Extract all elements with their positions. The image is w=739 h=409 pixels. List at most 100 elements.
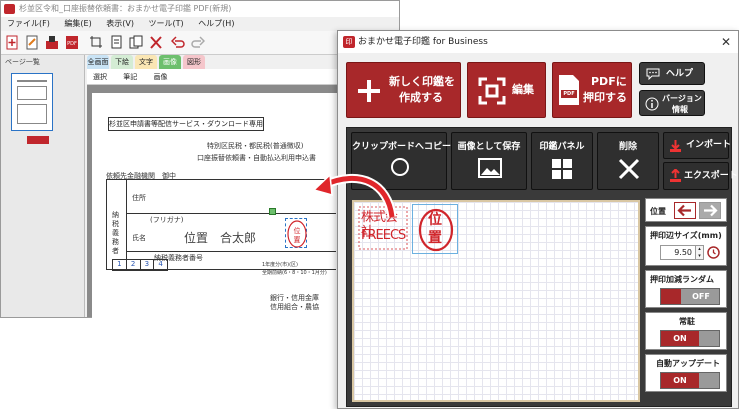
grid-icon: [552, 159, 572, 179]
new-stamp-label-1: 新しく印鑑を: [389, 75, 455, 88]
crop-icon[interactable]: [89, 35, 103, 50]
redo-icon[interactable]: [191, 35, 205, 50]
placed-stamp-selection[interactable]: 位置: [285, 218, 307, 248]
tab-fullscreen[interactable]: 全画面: [87, 55, 109, 69]
tab-image[interactable]: 画像: [159, 55, 181, 69]
position-control: 位置: [645, 198, 727, 222]
copy-icon[interactable]: [129, 35, 143, 50]
position-left-button[interactable]: [674, 202, 696, 219]
version-label-1: バージョン: [662, 94, 702, 103]
pdf-stamp-label-2: 押印する: [583, 91, 627, 104]
position-right-button[interactable]: [699, 202, 721, 219]
close-x-icon[interactable]: [149, 35, 163, 50]
menu-tools[interactable]: ツール(T): [149, 19, 184, 28]
app-logo-icon: [4, 4, 15, 14]
stamp-size-label: 押印辺サイズ(mm): [650, 231, 722, 240]
random-toggle-knob: [661, 289, 681, 304]
random-label: 押印加減ランダム: [650, 275, 714, 284]
doc-name-label: 氏名: [132, 234, 146, 242]
info-icon: [645, 97, 659, 111]
export-label: エクスポート: [684, 171, 738, 181]
version-info-button[interactable]: バージョン 情報: [639, 90, 705, 116]
subbar-select[interactable]: 選択: [93, 73, 107, 81]
close-icon[interactable]: ✕: [718, 34, 734, 50]
doc-box: 2: [127, 260, 141, 270]
import-button[interactable]: インポート: [663, 132, 732, 159]
delete-x-icon: [618, 158, 640, 180]
new-stamp-button[interactable]: 新しく印鑑を 作成する: [346, 62, 461, 118]
save-image-label: 画像として保存: [457, 142, 521, 152]
menu-help[interactable]: ヘルプ(H): [198, 19, 234, 28]
auto-update-label: 自動アップデート: [656, 359, 720, 368]
always-on-top-toggle[interactable]: ON: [660, 330, 720, 347]
edit-button[interactable]: 編集: [467, 62, 546, 118]
stamp-panel-area[interactable]: 株式会社 FREECS 位 置: [352, 200, 640, 402]
doc-bank-label2: 信用組合・農協: [270, 303, 319, 311]
doc-side-label: 納税義務者: [112, 211, 119, 255]
tab-text[interactable]: 文字: [135, 55, 157, 69]
import-label: インポート: [686, 140, 732, 150]
tab-shape[interactable]: 図形: [183, 55, 205, 69]
menu-edit[interactable]: 編集(E): [64, 19, 91, 28]
stamp-size-input[interactable]: 9.50: [660, 245, 696, 260]
export-button[interactable]: エクスポート: [663, 162, 738, 190]
doc-furigana-label: (フリガナ): [150, 216, 184, 224]
help-button[interactable]: ヘルプ: [639, 62, 705, 85]
random-toggle[interactable]: OFF: [660, 288, 720, 305]
round-stamp[interactable]: 位 置: [412, 204, 458, 254]
doc-line2: 口座振替依頼書・自動払込利用申込書: [197, 154, 316, 162]
pdf-icon-text: PDF: [563, 91, 575, 97]
page-list-title: ページ一覧: [5, 58, 40, 66]
svg-text:置: 置: [294, 236, 301, 244]
pdf-stamp-button[interactable]: PDF PDFに 押印する: [552, 62, 632, 118]
always-on-top-control: 常駐 ON: [645, 312, 727, 350]
menu-file[interactable]: ファイル(F): [7, 19, 50, 28]
main-panel: クリップボードへコピー 画像として保存 印鑑パネル 削除 インポート エクスポー…: [346, 127, 738, 407]
arrow-right-icon: [704, 204, 718, 217]
doc-address-label: 住所: [132, 194, 146, 202]
reset-icon[interactable]: [707, 246, 720, 259]
help-label: ヘルプ: [666, 69, 694, 79]
menu-view[interactable]: 表示(V): [106, 19, 134, 28]
delete-button[interactable]: 削除: [597, 132, 659, 190]
random-control: 押印加減ランダム OFF: [645, 270, 727, 308]
tab-draft[interactable]: 下絵: [111, 55, 133, 69]
auto-update-control: 自動アップデート ON: [645, 354, 727, 392]
delete-label: 削除: [618, 142, 637, 152]
page-icon[interactable]: [109, 35, 123, 50]
new-stamp-label-2: 作成する: [399, 91, 443, 104]
stamp-size-control: 押印辺サイズ(mm) 9.50 ▴ ▾: [645, 226, 727, 266]
placed-stamp-icon: 位置: [287, 220, 307, 248]
doc-small-right2: 全期前納(6・8・10・1月分): [262, 270, 327, 276]
chat-bubble-icon: [646, 68, 660, 80]
subbar-image[interactable]: 画像: [153, 73, 167, 81]
stamp-panel-button[interactable]: 印鑑パネル: [531, 132, 593, 190]
edit-label: 編集: [512, 83, 534, 96]
subbar-write[interactable]: 筆記: [123, 73, 137, 81]
save-image-button[interactable]: 画像として保存: [451, 132, 527, 190]
plus-icon: [358, 80, 380, 102]
app-title-icon: 印: [343, 36, 355, 48]
doc-box: 4: [158, 260, 163, 268]
open-file-icon[interactable]: [25, 35, 39, 50]
selection-handle[interactable]: [269, 208, 276, 215]
new-file-icon[interactable]: [5, 35, 19, 50]
auto-update-toggle[interactable]: ON: [660, 372, 720, 389]
background-menubar: ファイル(F) 編集(E) 表示(V) ツール(T) ヘルプ(H): [1, 17, 399, 31]
always-on-top-state: ON: [673, 334, 687, 343]
stamp-size-spinner[interactable]: ▴ ▾: [696, 245, 704, 260]
doc-name-value: 位置 合太郎: [184, 231, 257, 245]
clipboard-copy-label: クリップボードへコピー: [352, 142, 452, 152]
page-list-panel: ページ一覧: [1, 55, 85, 317]
stamp-tool-icon[interactable]: [45, 35, 59, 50]
doc-box: 3: [141, 260, 155, 270]
pdf-stamp-label-1: PDFに: [591, 75, 627, 88]
undo-icon[interactable]: [171, 35, 185, 50]
window-title: おまかせ電子印鑑 for Business: [338, 31, 738, 53]
round-stamp-char2: 置: [428, 230, 442, 246]
version-label-2: 情報: [672, 105, 688, 114]
company-stamp-line2: FREECS: [361, 228, 406, 243]
page-thumbnail[interactable]: [11, 73, 53, 131]
doc-small-right1: 1年度分(市)(区): [262, 262, 298, 268]
pdf-icon[interactable]: PDF: [65, 35, 79, 50]
